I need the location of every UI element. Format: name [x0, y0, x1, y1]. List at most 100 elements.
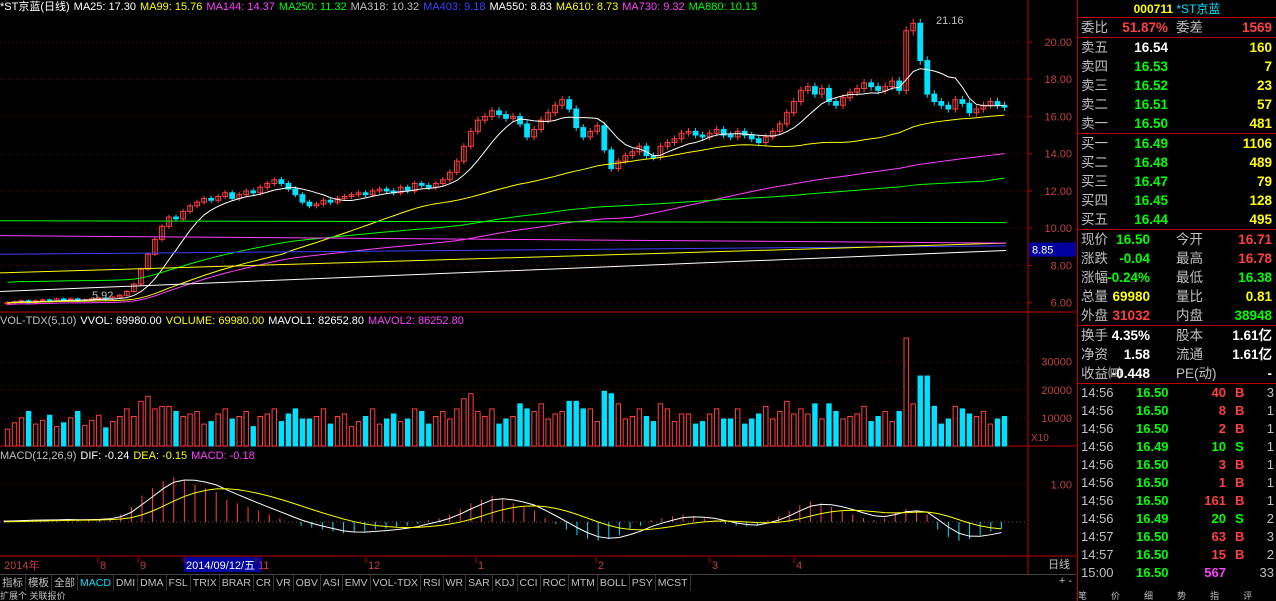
time-axis-label: 9 — [140, 560, 146, 572]
side-tab[interactable]: 细 — [1144, 591, 1153, 601]
bottom-tabs[interactable]: 扩展个 关联报价 — [0, 591, 1076, 601]
tab-obv[interactable]: OBV — [294, 575, 321, 591]
tab-wr[interactable]: WR — [444, 575, 467, 591]
trading-app: 20.00 18.00 16.00 14.00 12.00 10.00 8.00 6.00 30… — [0, 0, 1276, 601]
tab-vr[interactable]: VR — [274, 575, 294, 591]
tab-dma[interactable]: DMA — [138, 575, 167, 591]
candle-body — [945, 104, 952, 110]
quote-label: 最低 — [1176, 270, 1203, 285]
tick-count: 1 — [1266, 457, 1274, 472]
tab-mtm[interactable]: MTM — [569, 575, 598, 591]
fund-label: 换手 — [1081, 328, 1108, 343]
volume-bar — [341, 413, 348, 447]
tick-price: 16.49 — [1136, 511, 1169, 526]
sell-label: 卖五 — [1081, 40, 1108, 55]
tick-row[interactable]: 14:56 16.50 8 B 1 — [1078, 402, 1276, 420]
tick-row[interactable]: 14:56 16.50 2 B 1 — [1078, 420, 1276, 438]
tab-kdj[interactable]: KDJ — [493, 575, 518, 591]
tab-roc[interactable]: ROC — [541, 575, 569, 591]
tick-time: 14:57 — [1081, 529, 1114, 544]
macd-axis-label: 1.00 — [1051, 480, 1072, 492]
quote-row: 涨幅 -0.24% 最低 16.38 — [1078, 268, 1276, 287]
candle-body — [496, 110, 502, 116]
sell-volume: 7 — [1264, 59, 1272, 74]
side-tabs[interactable]: 笔价细势指评 — [1078, 591, 1276, 601]
volume-bar — [805, 413, 811, 447]
buy-price: 16.48 — [1134, 155, 1168, 170]
kline-chart[interactable]: 20.00 18.00 16.00 14.00 12.00 10.00 8.00 6.00 30… — [0, 0, 1076, 574]
tick-list[interactable]: 14:56 16.50 40 B 3 14:56 16.50 8 B 1 14:56 16.50 2 B 1… — [1078, 384, 1276, 582]
tick-row[interactable]: 14:56 16.49 20 S 2 — [1078, 510, 1276, 528]
side-tab[interactable]: 评 — [1243, 591, 1252, 601]
tick-row[interactable]: 14:57 16.50 63 B 3 — [1078, 528, 1276, 546]
volume-bar — [833, 410, 839, 447]
tab-fsl[interactable]: FSL — [167, 575, 191, 591]
fund-label: 流通 — [1176, 347, 1203, 362]
time-axis-label: 1 — [478, 560, 484, 572]
tab-macd[interactable]: MACD — [78, 575, 114, 591]
volume-bar — [566, 400, 572, 447]
candle-body — [299, 194, 306, 203]
tick-volume: 161 — [1204, 493, 1226, 508]
volume-bar — [538, 403, 544, 447]
buy-price: 16.49 — [1134, 136, 1168, 151]
tick-row[interactable]: 14:56 16.50 161 B 1 — [1078, 492, 1276, 510]
tab-全部[interactable]: 全部 — [52, 575, 78, 591]
chart-area[interactable]: 20.00 18.00 16.00 14.00 12.00 10.00 8.00 6.00 30… — [0, 0, 1076, 601]
tab-模板[interactable]: 模板 — [26, 575, 52, 591]
time-axis-label: 3 — [712, 560, 718, 572]
vol_header-item: MAVOL1: 82652.80 — [268, 315, 365, 327]
candle-body — [362, 192, 369, 196]
side-tab[interactable]: 势 — [1177, 591, 1186, 601]
period-label[interactable]: 日线 — [1048, 556, 1070, 572]
quote-label: 外盘 — [1081, 308, 1108, 323]
tab-rsi[interactable]: RSI — [421, 575, 444, 591]
candle-body — [566, 99, 573, 110]
tab-boll[interactable]: BOLL — [598, 575, 630, 591]
tab-brar[interactable]: BRAR — [220, 575, 254, 591]
volume-bar — [25, 410, 32, 447]
zoom-controls[interactable]: + - — [1059, 575, 1072, 587]
sell-orders: 卖五 16.54 160 卖四 16.53 7 卖三 16.52 23 卖二 16.51 57 卖一 16… — [1078, 38, 1276, 133]
tick-count: 3 — [1266, 529, 1274, 544]
time-axis-label: 11 — [258, 560, 269, 572]
buy-row: 买四 16.45 128 — [1078, 191, 1276, 210]
volume-bar — [636, 408, 643, 447]
side-tab[interactable]: 笔 — [1078, 591, 1087, 601]
quote-label: 总量 — [1081, 289, 1108, 304]
volume-bar — [980, 410, 987, 447]
tab-emv[interactable]: EMV — [343, 575, 371, 591]
tick-row[interactable]: 14:56 16.50 40 B 3 — [1078, 384, 1276, 402]
tab-cci[interactable]: CCI — [518, 575, 541, 591]
tick-row[interactable]: 14:57 16.50 15 B 2 — [1078, 546, 1276, 564]
buy-price: 16.47 — [1134, 174, 1168, 189]
main_header-item: MA880: 10.13 — [688, 1, 758, 13]
tab-trix[interactable]: TRIX — [191, 575, 220, 591]
tab-mcst[interactable]: MCST — [656, 575, 691, 591]
volume-legend: VOL-TDX(5,10) VVOL: 69980.00 VOLUME: 69980… — [0, 314, 468, 328]
ratio-label: 委比 — [1081, 20, 1108, 35]
fund-label: 股本 — [1176, 328, 1203, 343]
tab-sar[interactable]: SAR — [466, 575, 493, 591]
tick-row[interactable]: 14:56 16.49 10 S 1 — [1078, 438, 1276, 456]
tick-row[interactable]: 14:56 16.50 1 B 1 — [1078, 474, 1276, 492]
time-axis-label: 2 — [598, 560, 604, 572]
tick-row[interactable]: 14:56 16.50 3 B 1 — [1078, 456, 1276, 474]
tick-row[interactable]: 15:00 16.50 567 33 — [1078, 564, 1276, 582]
tick-count: 33 — [1259, 565, 1274, 580]
candle-body — [994, 101, 1001, 106]
side-tab[interactable]: 价 — [1111, 591, 1120, 601]
tab-psy[interactable]: PSY — [630, 575, 656, 591]
tab-dmi[interactable]: DMI — [114, 575, 139, 591]
tab-cr[interactable]: CR — [254, 575, 275, 591]
tick-price: 16.50 — [1136, 565, 1169, 580]
candle-body — [748, 134, 755, 140]
tab-asi[interactable]: ASI — [321, 575, 343, 591]
tab-指标[interactable]: 指标 — [0, 575, 26, 591]
volume-bar — [545, 418, 551, 447]
candle-body — [46, 299, 53, 302]
tab-vol-tdx[interactable]: VOL-TDX — [371, 575, 422, 591]
volume-bar — [138, 400, 144, 447]
quote-row: 外盘 31032 内盘 38948 — [1078, 306, 1276, 325]
side-tab[interactable]: 指 — [1210, 591, 1219, 601]
